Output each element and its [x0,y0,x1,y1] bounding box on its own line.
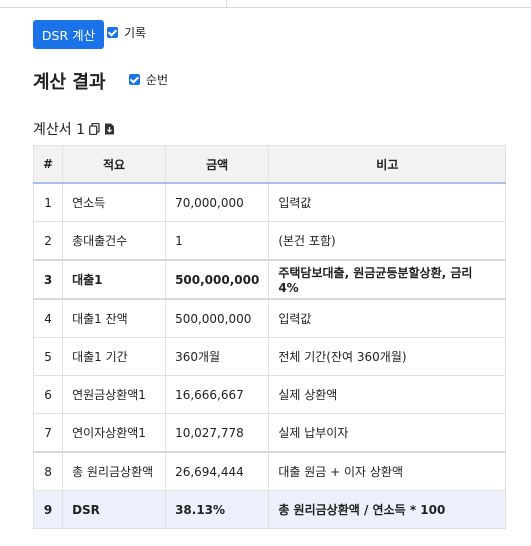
result-title: 계산 결과 [33,72,106,93]
header-no: # [32,145,64,184]
row-note: 전체 기간(잔여 360개월) [268,337,507,376]
row-item: 대출1 잔액 [62,298,167,338]
row-note: 입력값 [268,298,507,338]
row-no: 4 [32,298,64,338]
row-amount: 500,000,000 [165,298,270,338]
row-item: 대출1 [62,259,167,300]
record-label: 기록 [124,26,147,40]
row-no: 3 [32,259,64,300]
row-item: 연원금상환액1 [62,375,167,414]
row-amount: 500,000,000 [165,259,270,300]
row-no: 1 [32,182,64,222]
row-note: 대출 원금 + 이자 상환액 [268,451,507,491]
row-item: 대출1 기간 [62,337,167,376]
sheet-title: 계산서 1 [33,122,85,138]
row-item: 연소득 [62,182,167,222]
row-note: 총 원리금상환액 / 연소득 * 100 [268,490,507,529]
header-note: 비고 [268,145,507,184]
table-row: 5 대출1 기간 360개월 전체 기간(잔여 360개월) [32,337,507,376]
record-checkbox[interactable]: 기록 [107,24,146,41]
order-label: 순번 [146,73,169,87]
download-icon[interactable] [104,123,115,135]
row-note: 주택담보대출, 원금균등분할상환, 금리 4% [268,259,507,300]
row-note: 실제 상환액 [268,375,507,414]
row-amount: 70,000,000 [165,182,270,222]
top-column-divider [226,0,227,8]
table-header-row: # 적요 금액 비고 [32,145,507,184]
row-amount: 38.13% [165,490,270,529]
checkbox-checked-icon[interactable] [129,74,140,85]
row-item: 연이자상환액1 [62,413,167,453]
dsr-calculate-button[interactable]: DSR 계산 [33,20,104,49]
checkbox-checked-icon[interactable] [107,27,118,38]
row-amount: 16,666,667 [165,375,270,414]
table-row: 8 총 원리금상환액 26,694,444 대출 원금 + 이자 상환액 [32,451,507,491]
row-no: 5 [32,337,64,376]
sheet-header: 계산서 1 [33,119,115,139]
row-no: 8 [32,451,64,491]
row-note: 입력값 [268,182,507,222]
row-amount: 1 [165,221,270,261]
row-amount: 360개월 [165,337,270,376]
row-item: DSR [62,490,167,529]
header-amount: 금액 [165,145,270,184]
row-amount: 10,027,778 [165,413,270,453]
copy-icon[interactable] [89,123,100,135]
row-note: 실제 납부이자 [268,413,507,453]
table-row: 6 연원금상환액1 16,666,667 실제 상환액 [32,375,507,414]
order-checkbox[interactable]: 순번 [129,71,168,88]
row-item: 총대출건수 [62,221,167,261]
header-item: 적요 [62,145,167,184]
table-row-dsr: 9 DSR 38.13% 총 원리금상환액 / 연소득 * 100 [32,490,507,529]
row-no: 9 [32,490,64,529]
table-row: 1 연소득 70,000,000 입력값 [32,182,507,222]
row-no: 7 [32,413,64,453]
row-note: (본건 포함) [268,221,507,261]
row-no: 2 [32,221,64,261]
top-strip [0,0,531,8]
row-no: 6 [32,375,64,414]
table-row: 4 대출1 잔액 500,000,000 입력값 [32,298,507,338]
table-row: 7 연이자상환액1 10,027,778 실제 납부이자 [32,413,507,453]
table-row: 2 총대출건수 1 (본건 포함) [32,221,507,261]
top-divider [0,7,531,8]
row-item: 총 원리금상환액 [62,451,167,491]
row-amount: 26,694,444 [165,451,270,491]
calculation-table: # 적요 금액 비고 1 연소득 70,000,000 입력값 2 총대출건수 … [32,145,507,529]
table-row: 3 대출1 500,000,000 주택담보대출, 원금균등분할상환, 금리 4… [32,259,507,300]
